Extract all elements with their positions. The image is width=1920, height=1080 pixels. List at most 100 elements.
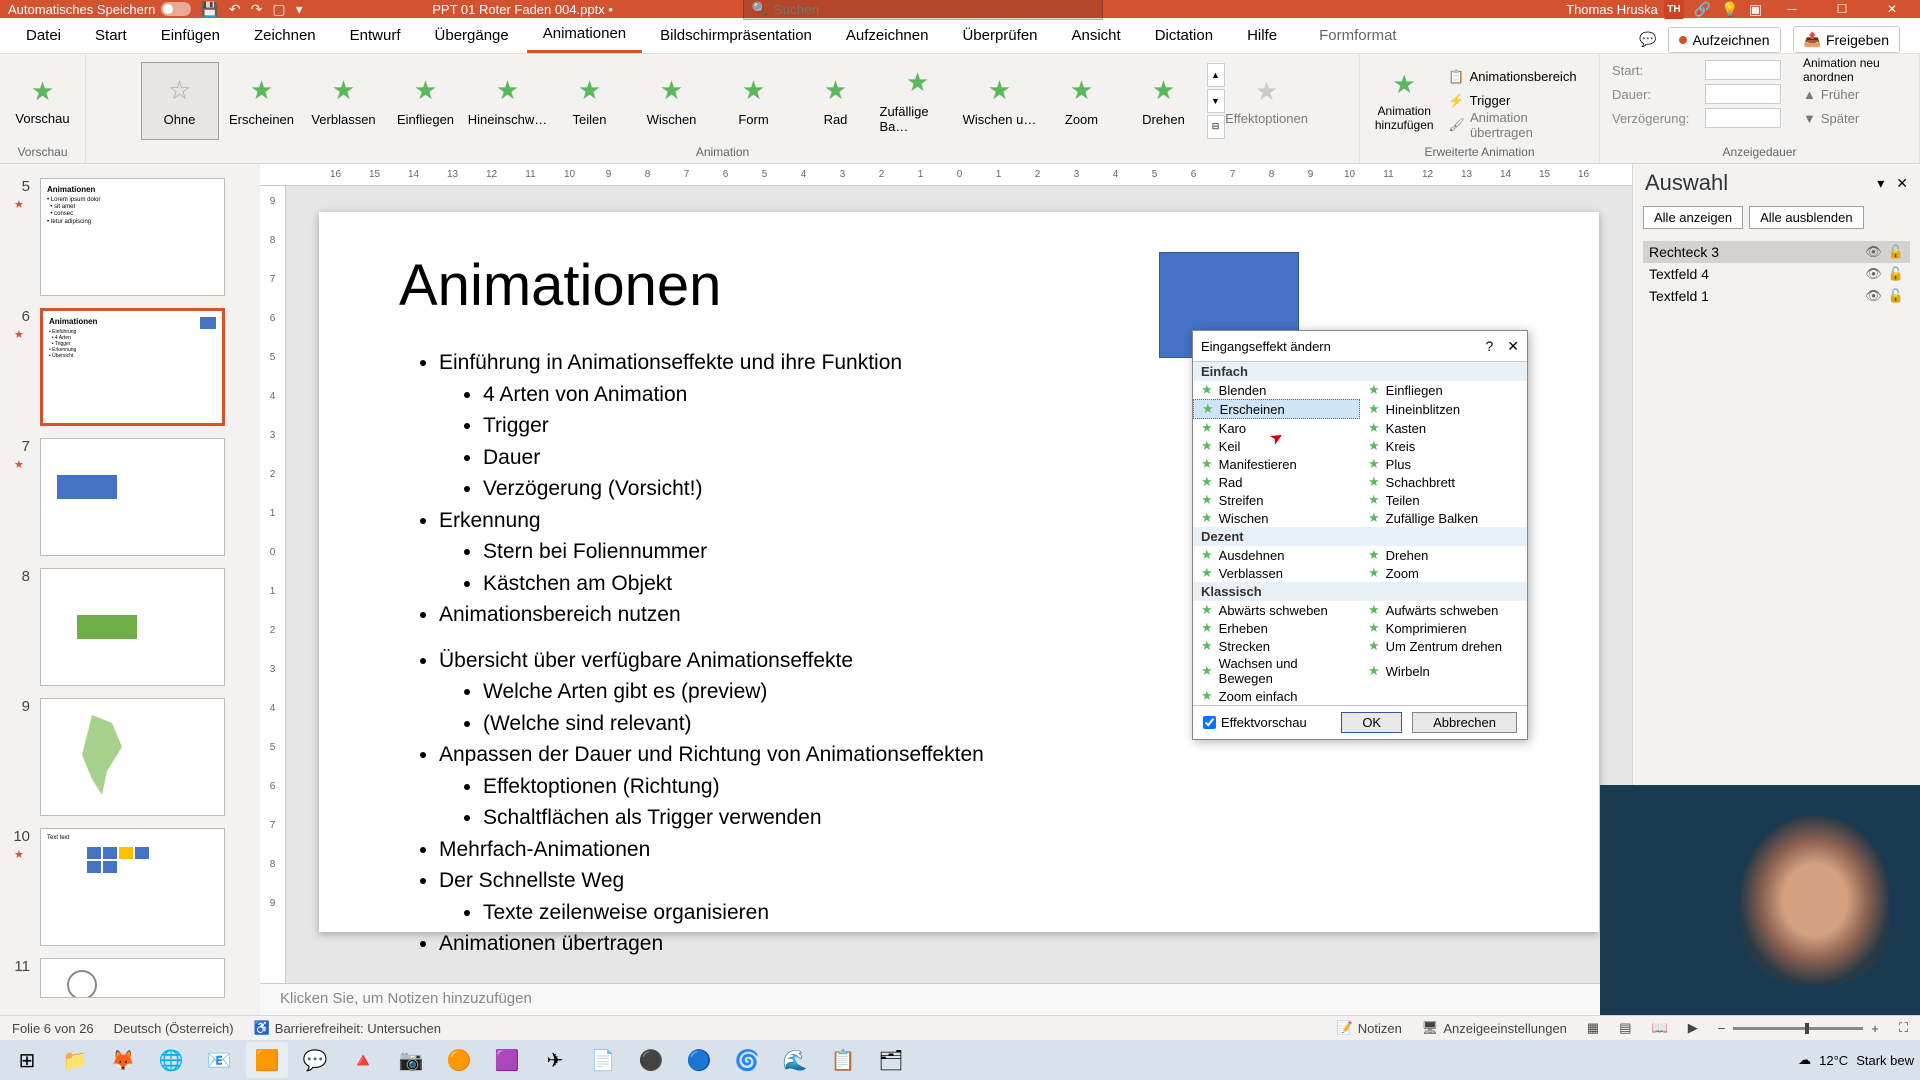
redo-icon[interactable]: ↷ xyxy=(251,1,263,18)
tab-zeichnen[interactable]: Zeichnen xyxy=(238,17,332,53)
search-input[interactable] xyxy=(774,2,1094,17)
maximize-button[interactable]: ☐ xyxy=(1822,2,1862,16)
comments-icon[interactable]: 💬 xyxy=(1639,31,1656,48)
thumb-11[interactable] xyxy=(40,958,225,998)
app-icon[interactable]: 🟠 xyxy=(438,1042,480,1078)
selection-item-rechteck[interactable]: Rechteck 3 👁🔓 xyxy=(1643,241,1910,263)
minimize-button[interactable]: ─ xyxy=(1772,2,1812,16)
tab-animationen[interactable]: Animationen xyxy=(527,17,642,53)
selection-item-textfeld4[interactable]: Textfeld 4 👁🔓 xyxy=(1643,263,1910,285)
effect-plus[interactable]: ★Plus xyxy=(1360,455,1527,473)
effect-komprimieren[interactable]: ★Komprimieren xyxy=(1360,619,1527,637)
effect-kreis[interactable]: ★Kreis xyxy=(1360,437,1527,455)
effect-wirbeln[interactable]: ★Wirbeln xyxy=(1360,655,1527,687)
effect-teilen[interactable]: ★Teilen xyxy=(1360,491,1527,509)
start-dropdown[interactable] xyxy=(1705,60,1781,80)
dialog-body[interactable]: Einfach ★Blenden ★Einfliegen ★Erscheinen… xyxy=(1193,361,1527,705)
record-button[interactable]: Aufzeichnen xyxy=(1668,27,1780,53)
onenote-icon[interactable]: 🟪 xyxy=(486,1042,528,1078)
hide-all-button[interactable]: Alle ausblenden xyxy=(1749,206,1864,229)
tab-ubergange[interactable]: Übergänge xyxy=(419,17,525,53)
gallery-hineinschweben[interactable]: ★Hineinschw… xyxy=(469,62,547,140)
window-icon[interactable]: ▣ xyxy=(1749,1,1762,18)
effect-ausdehnen[interactable]: ★Ausdehnen xyxy=(1193,546,1360,564)
lock-icon[interactable]: 🔓 xyxy=(1888,288,1904,304)
gallery-erscheinen[interactable]: ★Erscheinen xyxy=(223,62,301,140)
gallery-wischenu[interactable]: ★Wischen u… xyxy=(961,62,1039,140)
effect-einfliegen[interactable]: ★Einfliegen xyxy=(1360,381,1527,399)
slide-title[interactable]: Animationen xyxy=(399,252,1519,319)
gallery-form[interactable]: ★Form xyxy=(715,62,793,140)
gallery-einfliegen[interactable]: ★Einfliegen xyxy=(387,62,465,140)
view-normal-icon[interactable]: ▦ xyxy=(1587,1020,1599,1036)
chrome-icon[interactable]: 🌐 xyxy=(150,1042,192,1078)
tab-hilfe[interactable]: Hilfe xyxy=(1231,17,1293,53)
accessibility-check[interactable]: ♿Barrierefreiheit: Untersuchen xyxy=(254,1020,441,1036)
lock-icon[interactable]: 🔓 xyxy=(1888,266,1904,282)
tab-start[interactable]: Start xyxy=(79,17,143,53)
fit-icon[interactable]: ⛶ xyxy=(1899,1020,1908,1036)
thumb-5[interactable]: Animationen• Lorem ipsum dolor • sit ame… xyxy=(40,178,225,296)
gallery-zoom[interactable]: ★Zoom xyxy=(1043,62,1121,140)
close-panel-icon[interactable]: ✕ xyxy=(1896,175,1908,192)
gallery-down[interactable]: ▼ xyxy=(1207,89,1225,113)
thumb-9[interactable] xyxy=(40,698,225,816)
animation-pane-button[interactable]: 📋Animationsbereich xyxy=(1444,65,1591,89)
view-slideshow-icon[interactable]: ▶ xyxy=(1688,1020,1698,1036)
app-icon[interactable]: 💬 xyxy=(294,1042,336,1078)
powerpoint-icon[interactable]: 🟧 xyxy=(246,1042,288,1078)
effect-drehen[interactable]: ★Drehen xyxy=(1360,546,1527,564)
more-icon[interactable]: ▾ xyxy=(296,1,303,18)
effect-karo[interactable]: ★Karo xyxy=(1193,419,1360,437)
slide-thumbnails[interactable]: 5★ Animationen• Lorem ipsum dolor • sit … xyxy=(0,164,260,1015)
effect-streifen[interactable]: ★Streifen xyxy=(1193,491,1360,509)
help-icon[interactable]: ? xyxy=(1485,338,1493,355)
firefox-icon[interactable]: 🦊 xyxy=(102,1042,144,1078)
lock-icon[interactable]: 🔓 xyxy=(1888,244,1904,260)
tab-entwurf[interactable]: Entwurf xyxy=(334,17,417,53)
thumb-8[interactable] xyxy=(40,568,225,686)
app-icon[interactable]: 🔵 xyxy=(678,1042,720,1078)
effect-strecken[interactable]: ★Strecken xyxy=(1193,637,1360,655)
cancel-button[interactable]: Abbrechen xyxy=(1412,712,1517,733)
effect-manifestieren[interactable]: ★Manifestieren xyxy=(1193,455,1360,473)
effect-blenden[interactable]: ★Blenden xyxy=(1193,381,1360,399)
app-icon[interactable]: 🌀 xyxy=(726,1042,768,1078)
zoom-slider[interactable]: − + xyxy=(1718,1021,1879,1036)
eye-icon[interactable]: 👁 xyxy=(1865,244,1882,260)
telegram-icon[interactable]: ✈ xyxy=(534,1042,576,1078)
tab-dictation[interactable]: Dictation xyxy=(1139,17,1229,53)
effect-rad[interactable]: ★Rad xyxy=(1193,473,1360,491)
display-settings[interactable]: 🖥Anzeigeeinstellungen xyxy=(1422,1020,1567,1036)
zoom-in-icon[interactable]: + xyxy=(1871,1021,1879,1036)
gallery-teilen[interactable]: ★Teilen xyxy=(551,62,629,140)
effect-zufallig[interactable]: ★Zufällige Balken xyxy=(1360,509,1527,527)
add-animation-button[interactable]: ★ Animation hinzufügen xyxy=(1368,61,1440,141)
preview-button[interactable]: ★ Vorschau xyxy=(5,61,81,141)
effect-kasten[interactable]: ★Kasten xyxy=(1360,419,1527,437)
preview-checkbox[interactable]: Effektvorschau xyxy=(1203,715,1307,730)
gallery-ohne[interactable]: ☆Ohne xyxy=(141,62,219,140)
gallery-drehen[interactable]: ★Drehen xyxy=(1125,62,1203,140)
explorer-icon[interactable]: 📁 xyxy=(54,1042,96,1078)
app-icon[interactable]: 🗂 xyxy=(870,1042,912,1078)
tab-datei[interactable]: Datei xyxy=(10,17,77,53)
present-icon[interactable]: ▢ xyxy=(272,1,285,18)
gallery-more[interactable]: ⊟ xyxy=(1207,115,1225,139)
eye-icon[interactable]: 👁 xyxy=(1865,288,1882,304)
duration-input[interactable] xyxy=(1705,84,1781,104)
delay-input[interactable] xyxy=(1705,108,1781,128)
vlc-icon[interactable]: 🔺 xyxy=(342,1042,384,1078)
effect-schachbrett[interactable]: ★Schachbrett xyxy=(1360,473,1527,491)
effect-abwarts[interactable]: ★Abwärts schweben xyxy=(1193,601,1360,619)
effect-zoom[interactable]: ★Zoom xyxy=(1360,564,1527,582)
tab-bildschirm[interactable]: Bildschirmpräsentation xyxy=(644,17,828,53)
notes-button[interactable]: 📝Notizen xyxy=(1337,1020,1402,1036)
toggle-switch[interactable] xyxy=(161,2,191,16)
eye-icon[interactable]: 👁 xyxy=(1865,266,1882,282)
save-icon[interactable]: 💾 xyxy=(201,1,218,18)
tab-uberprufen[interactable]: Überprüfen xyxy=(946,17,1053,53)
preview-checkbox-input[interactable] xyxy=(1203,716,1216,729)
tab-formformat[interactable]: Formformat xyxy=(1303,17,1413,53)
undo-icon[interactable]: ↶ xyxy=(229,1,241,18)
